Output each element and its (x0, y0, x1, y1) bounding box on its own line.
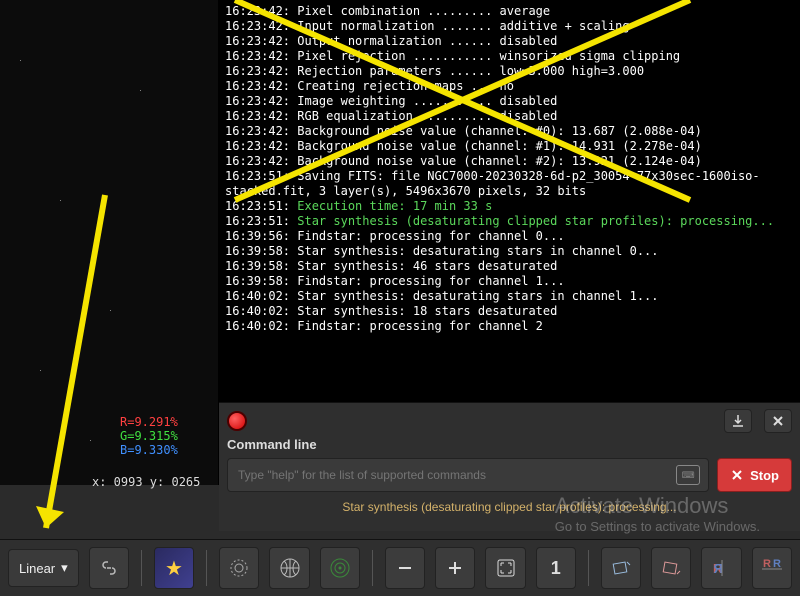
log-line: 16:39:56: Findstar: processing for chann… (225, 229, 794, 244)
swirl-icon (228, 557, 250, 579)
chevron-down-icon: ▾ (61, 560, 68, 576)
mirror-y-icon: RR (760, 557, 784, 579)
x-icon (730, 468, 744, 482)
close-icon (772, 415, 784, 427)
log-line: 16:39:58: Star synthesis: desaturating s… (225, 244, 794, 259)
log-line: 16:39:58: Star synthesis: 46 stars desat… (225, 259, 794, 274)
zoom-in-button[interactable] (435, 547, 475, 589)
star-icon: ★ (165, 556, 183, 581)
globe-icon (279, 557, 301, 579)
log-output: 16:23:42: Pixel combination ......... av… (219, 0, 800, 408)
command-input[interactable] (236, 467, 676, 483)
swirl-button[interactable] (219, 547, 259, 589)
close-log-button[interactable] (764, 409, 792, 433)
stop-button-label: Stop (750, 468, 779, 483)
globe-button[interactable] (269, 547, 309, 589)
fit-icon (495, 557, 517, 579)
log-line: 16:23:42: Creating rejection maps ... no (225, 79, 794, 94)
log-line: 16:23:42: RGB equalization .......... di… (225, 109, 794, 124)
log-line: 16:23:42: Background noise value (channe… (225, 154, 794, 169)
svg-text:R: R (763, 558, 771, 570)
status-line: Star synthesis (desaturating clipped sta… (227, 500, 792, 514)
mirror-x-icon: RR (710, 557, 734, 579)
target-icon (329, 557, 351, 579)
mirror-y-button[interactable]: RR (752, 547, 792, 589)
zoom-out-button[interactable] (385, 547, 425, 589)
download-log-button[interactable] (724, 409, 752, 433)
log-line: 16:23:42: Background noise value (channe… (225, 139, 794, 154)
display-mode-select[interactable]: Linear ▾ (8, 549, 79, 587)
log-line: 16:23:42: Pixel combination ......... av… (225, 4, 794, 19)
pixel-g: G=9.315% (120, 429, 178, 443)
stop-button[interactable]: Stop (717, 458, 792, 492)
command-section: Command line ⌨ Stop Star synthesis (desa… (219, 402, 800, 531)
plus-icon (445, 558, 465, 578)
pixel-rgb-values: R=9.291% G=9.315% B=9.330% (120, 415, 178, 457)
geometry-1-button[interactable] (601, 547, 641, 589)
record-indicator-icon (227, 411, 247, 431)
log-line: stacked.fit, 3 layer(s), 5496x3670 pixel… (225, 184, 794, 199)
minus-icon (395, 558, 415, 578)
command-line-label: Command line (227, 437, 792, 452)
cursor-coordinates: x: 0993 y: 0265 (92, 475, 200, 489)
bottom-toolbar: Linear ▾ ★ 1 RR RR (0, 539, 800, 596)
display-mode-label: Linear (19, 561, 55, 576)
log-line: 16:23:42: Output normalization ...... di… (225, 34, 794, 49)
star-tool-button[interactable]: ★ (154, 547, 194, 589)
log-line: 16:23:42: Background noise value (channe… (225, 124, 794, 139)
log-line: 16:23:51: Saving FITS: file NGC7000-2023… (225, 169, 794, 184)
command-input-wrapper[interactable]: ⌨ (227, 458, 709, 492)
log-line: 16:40:02: Star synthesis: desaturating s… (225, 289, 794, 304)
download-icon (731, 414, 745, 428)
pixel-b: B=9.330% (120, 443, 178, 457)
keyboard-icon: ⌨ (676, 465, 700, 485)
log-line: 16:23:42: Rejection parameters ...... lo… (225, 64, 794, 79)
log-line: 16:39:58: Findstar: processing for chann… (225, 274, 794, 289)
tilt-rect-alt-icon (660, 557, 682, 579)
log-line: 16:40:02: Findstar: processing for chann… (225, 319, 794, 334)
zoom-100-button[interactable]: 1 (536, 547, 576, 589)
one-icon: 1 (551, 558, 561, 579)
tilt-rect-icon (610, 557, 632, 579)
chain-link-button[interactable] (89, 547, 129, 589)
target-button[interactable] (320, 547, 360, 589)
log-line: 16:23:42: Image weighting ........... di… (225, 94, 794, 109)
svg-text:R: R (773, 558, 781, 570)
geometry-2-button[interactable] (651, 547, 691, 589)
fit-screen-button[interactable] (485, 547, 525, 589)
image-preview[interactable] (0, 0, 219, 485)
log-line: 16:23:42: Input normalization ....... ad… (225, 19, 794, 34)
log-line: 16:23:51: Star synthesis (desaturating c… (225, 214, 794, 229)
log-line: 16:23:51: Execution time: 17 min 33 s (225, 199, 794, 214)
log-line: 16:23:42: Pixel rejection ........... wi… (225, 49, 794, 64)
log-line: 16:40:02: Star synthesis: 18 stars desat… (225, 304, 794, 319)
link-icon (99, 558, 119, 578)
mirror-x-button[interactable]: RR (701, 547, 741, 589)
pixel-r: R=9.291% (120, 415, 178, 429)
